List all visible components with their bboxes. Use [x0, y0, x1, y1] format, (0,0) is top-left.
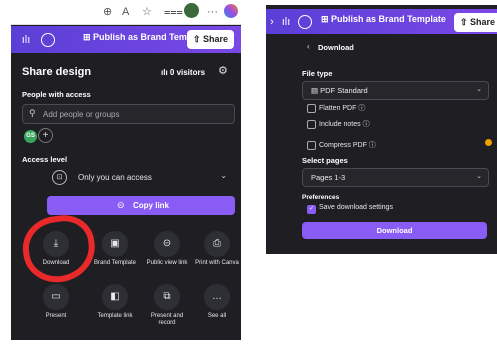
chevron-down-icon: ⌄ — [476, 86, 482, 93]
info-icon: ⓘ — [358, 105, 366, 112]
access-level-value: Only you can access — [78, 173, 152, 182]
brand-template-icon: ▣ — [102, 231, 128, 257]
share-option-label: Template link — [97, 313, 133, 319]
info-icon: ⓘ — [362, 121, 370, 128]
preferences-label: Preferences — [302, 194, 340, 201]
pdf-file-icon: ▤ — [311, 86, 321, 95]
share-option-print-with-canva[interactable]: ⎙ Print with Canva — [195, 231, 239, 267]
file-type-label: File type — [302, 69, 333, 78]
info-icon: ⓘ — [368, 142, 376, 149]
search-icon: ⚲ — [29, 108, 36, 118]
chevron-down-icon: ⌄ — [476, 173, 482, 180]
more-icon[interactable]: ··· — [207, 5, 218, 19]
profile-avatar[interactable] — [184, 3, 199, 18]
share-option-download[interactable]: ⤓ Download — [34, 231, 78, 267]
file-type-select[interactable]: ▤ PDF Standard ⌄ — [302, 81, 489, 100]
download-panel-screenshot: › ılı ⊞ Publish as Brand Template ⇧ Shar… — [266, 0, 497, 254]
share-option-label: Print with Canva — [195, 260, 239, 266]
analytics-icon: ılı — [161, 68, 170, 77]
compress-pdf-label: Compress PDF ⓘ — [319, 142, 376, 149]
extension-icon[interactable] — [224, 4, 238, 18]
chevron-down-icon: ⌄ — [220, 171, 227, 180]
share-option-public-view-link[interactable]: ⊝ Public view link — [145, 231, 189, 267]
chart-icon[interactable]: ılı — [18, 32, 34, 48]
share-panel-screenshot: ⊕ A ☆ ⩶ ··· ılı ⊞ Publish as Brand Templ… — [11, 0, 241, 340]
star-icon[interactable]: ☆ — [142, 5, 152, 19]
copy-link-button[interactable]: ⊝ Copy link — [47, 196, 235, 215]
share-option-label: Present — [45, 313, 67, 319]
back-arrow-icon[interactable]: ‹ — [307, 42, 310, 51]
share-button[interactable]: ⇧ Share — [187, 30, 235, 49]
compress-pdf-checkbox[interactable] — [307, 141, 316, 150]
editor-toolbar: › ılı ⊞ Publish as Brand Template ⇧ Shar… — [266, 9, 497, 34]
download-button[interactable]: Download — [302, 222, 487, 239]
zoom-icon[interactable]: ⊕ — [103, 5, 112, 19]
save-settings-label: Save download settings — [319, 204, 393, 211]
access-level-select[interactable]: ⊡ Only you can access ⌄ — [22, 167, 233, 189]
select-pages-label: Select pages — [302, 156, 348, 165]
share-icon: ⇧ — [460, 17, 471, 27]
share-option-label: Download — [42, 260, 70, 266]
search-placeholder: Add people or groups — [43, 110, 120, 119]
share-title: Share design — [22, 66, 92, 78]
print-icon: ⎙ — [204, 231, 230, 257]
template-link-icon: ◧ — [102, 284, 128, 310]
browser-toolbar: ⊕ A ☆ ⩶ ··· — [11, 0, 241, 25]
save-settings-checkbox[interactable]: ✓ — [307, 205, 316, 214]
share-option-label: Public view link — [146, 260, 188, 266]
flatten-pdf-checkbox[interactable] — [307, 104, 316, 113]
people-search-input[interactable]: ⚲ Add people or groups — [22, 104, 235, 124]
access-level-label: Access level — [22, 155, 68, 164]
editor-toolbar: ılı ⊞ Publish as Brand Template ⇧ Share — [11, 26, 241, 53]
share-option-template-link[interactable]: ◧ Template link — [93, 284, 137, 320]
share-option-brand-template[interactable]: ▣ Brand Template — [93, 231, 137, 267]
people-access-label: People with access — [22, 90, 91, 99]
chart-icon[interactable]: ılı — [278, 14, 294, 30]
publish-brand-template-button[interactable]: ⊞ Publish as Brand Template — [321, 14, 446, 25]
visitors-count[interactable]: ılı 0 visitors — [161, 68, 205, 77]
link-icon: ⊝ — [154, 231, 180, 257]
premium-crown-icon — [485, 139, 492, 146]
reader-icon[interactable]: A — [122, 5, 129, 19]
download-icon: ⤓ — [43, 231, 69, 257]
lock-icon: ⊡ — [52, 170, 67, 185]
gear-icon[interactable]: ⚙ — [218, 64, 228, 77]
share-button[interactable]: ⇧ Share — [454, 13, 497, 32]
share-icon: ⇧ — [193, 34, 204, 44]
template-icon: ⊞ — [321, 14, 332, 24]
share-option-present-and-record[interactable]: ⧉ Present and record — [145, 284, 189, 327]
download-header[interactable]: Download — [318, 43, 354, 52]
share-option-see-all[interactable]: … See all — [195, 284, 239, 320]
browser-strip — [266, 0, 497, 5]
avatar[interactable]: GS — [24, 130, 37, 143]
record-icon: ⧉ — [154, 284, 180, 310]
collections-icon[interactable]: ⩶ — [164, 5, 183, 19]
include-notes-label: Include notes ⓘ — [319, 121, 370, 128]
include-notes-checkbox[interactable] — [307, 120, 316, 129]
flatten-pdf-label: Flatten PDF ⓘ — [319, 105, 366, 112]
pages-select[interactable]: Pages 1-3 ⌄ — [302, 168, 489, 187]
share-option-label: See all — [207, 313, 227, 319]
share-option-label: Brand Template — [94, 260, 136, 266]
comment-icon[interactable] — [298, 15, 312, 29]
more-icon: … — [204, 284, 230, 310]
present-icon: ▭ — [43, 284, 69, 310]
share-option-label: Present and record — [150, 313, 184, 326]
link-icon: ⊝ — [117, 200, 125, 210]
add-person-button[interactable]: + — [38, 128, 53, 143]
template-icon: ⊞ — [83, 32, 94, 42]
share-option-present[interactable]: ▭ Present — [34, 284, 78, 320]
comment-icon[interactable] — [41, 33, 55, 47]
